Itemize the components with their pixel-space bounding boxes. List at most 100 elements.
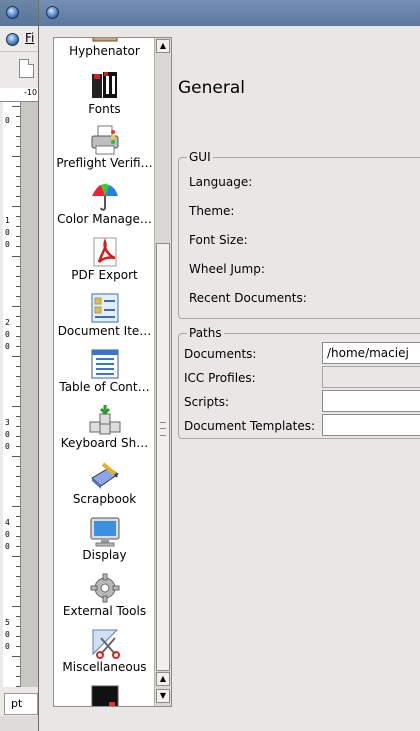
- ruler-tick: [16, 436, 20, 437]
- list-item-label: Scrapbook: [72, 492, 137, 506]
- font-size-label: Font Size:: [189, 233, 248, 247]
- gui-group-title: GUI: [187, 150, 213, 164]
- printer-preflight-icon: [89, 124, 121, 156]
- ruler-tick: [16, 216, 20, 217]
- ruler-tick: [16, 376, 20, 377]
- icc-profiles-path-field[interactable]: [322, 366, 420, 388]
- list-item-scrapbook[interactable]: Scrapbook: [54, 460, 155, 506]
- ruler-tick: [16, 146, 20, 147]
- horizontal-ruler-label: -10: [24, 88, 38, 97]
- scripts-label: Scripts:: [184, 395, 230, 409]
- scroll-up-arrow-icon-lower[interactable]: ▲: [156, 672, 170, 686]
- ruler-digit: 0: [5, 630, 10, 639]
- ruler-digit: 0: [5, 542, 10, 551]
- ruler-tick: [12, 506, 20, 507]
- menu-file[interactable]: Fi: [25, 31, 34, 45]
- scripts-path-field[interactable]: [322, 390, 420, 412]
- recent-documents-label: Recent Documents:: [189, 291, 307, 305]
- list-item-table-of-contents[interactable]: Table of Cont…: [54, 348, 155, 394]
- list-item-external-tools[interactable]: External Tools: [54, 572, 155, 618]
- theme-label: Theme:: [189, 204, 235, 218]
- ruler-digit: 0: [5, 330, 10, 339]
- ruler-digit: 0: [5, 530, 10, 539]
- ruler-tick: [16, 636, 20, 637]
- new-document-icon[interactable]: [19, 59, 34, 78]
- ruler-tick: [12, 356, 20, 357]
- ruler-tick: [16, 426, 20, 427]
- ruler-tick: [12, 456, 20, 457]
- fonts-icon: [89, 70, 121, 102]
- scrapbook-icon: [89, 460, 121, 492]
- ruler-tick: [12, 556, 20, 557]
- ruler-tick: [16, 626, 20, 627]
- ruler-tick: [16, 116, 20, 117]
- ruler-tick: [16, 276, 20, 277]
- page-title: General: [178, 78, 245, 98]
- ruler-tick: [16, 596, 20, 597]
- preferences-dialog: Hyphenator Fonts Preflight Verifi… Color…: [38, 0, 420, 731]
- ruler-tick: [16, 666, 20, 667]
- ruler-tick: [16, 516, 20, 517]
- ruler-tick: [16, 396, 20, 397]
- ruler-tick: [16, 416, 20, 417]
- list-item-keyboard-shortcuts[interactable]: Keyboard Sh…: [54, 404, 155, 450]
- list-item-color-management[interactable]: Color Manage…: [54, 180, 155, 226]
- ruler-tick: [12, 306, 20, 307]
- ruler-tick: [16, 536, 20, 537]
- list-item-label: Fonts: [88, 102, 121, 116]
- ruler-tick: [16, 586, 20, 587]
- ruler-tick: [16, 296, 20, 297]
- ruler-digit: 5: [5, 618, 10, 627]
- list-item-document-items[interactable]: Document Ite…: [54, 292, 155, 338]
- scrollbar-thumb[interactable]: [156, 243, 170, 671]
- list-item-miscellaneous[interactable]: Miscellaneous: [54, 628, 155, 674]
- scroll-down-arrow-icon[interactable]: ▼: [156, 689, 170, 703]
- paths-group: Paths Documents: /home/maciej ICC Profil…: [178, 326, 420, 439]
- scroll-up-arrow-icon[interactable]: ▲: [156, 39, 170, 53]
- list-item-fonts[interactable]: Fonts: [54, 70, 155, 116]
- list-item-display[interactable]: Display: [54, 516, 155, 562]
- document-templates-path-field[interactable]: [322, 414, 420, 436]
- ruler-tick: [12, 406, 20, 407]
- list-item-label: Display: [82, 548, 127, 562]
- ruler-tick: [16, 616, 20, 617]
- umbrella-color-icon: [89, 180, 121, 212]
- ruler-tick: [12, 106, 20, 107]
- language-label: Language:: [189, 175, 253, 189]
- ruler-tick: [16, 246, 20, 247]
- ruler-digit: 0: [5, 240, 10, 249]
- ruler-tick: [16, 266, 20, 267]
- ruler-tick: [16, 466, 20, 467]
- ruler-tick: [16, 336, 20, 337]
- ruler-tick: [16, 446, 20, 447]
- ruler-tick: [16, 476, 20, 477]
- ruler-tick: [16, 576, 20, 577]
- ruler-tick: [16, 546, 20, 547]
- list-item-label: Keyboard Sh…: [60, 436, 149, 450]
- list-item-preflight-verifier[interactable]: Preflight Verifi…: [54, 124, 155, 170]
- icc-profiles-label: ICC Profiles:: [184, 371, 256, 385]
- list-item-next-partial[interactable]: [54, 684, 155, 706]
- ruler-tick: [16, 236, 20, 237]
- page-list-scrollbar[interactable]: ▲ ▲ ▼: [154, 38, 171, 706]
- list-item-label: Table of Cont…: [59, 380, 150, 394]
- dark-panel-icon: [89, 684, 121, 706]
- ruler-tick: [16, 686, 20, 687]
- ruler-tick: [16, 226, 20, 227]
- unit-selector[interactable]: pt: [4, 693, 38, 715]
- wheel-jump-label: Wheel Jump:: [189, 262, 265, 276]
- scrollbar-grip: [160, 422, 166, 436]
- documents-path-field[interactable]: /home/maciej: [322, 342, 420, 364]
- list-item-hyphenator[interactable]: Hyphenator: [54, 38, 155, 58]
- dialog-orb-icon: [46, 6, 59, 19]
- ruler-tick: [16, 136, 20, 137]
- ruler-digit: 0: [5, 342, 10, 351]
- ruler-tick: [16, 176, 20, 177]
- list-item-pdf-export[interactable]: PDF Export: [54, 236, 155, 282]
- preferences-page-list[interactable]: Hyphenator Fonts Preflight Verifi… Color…: [53, 37, 172, 707]
- ruler-tick: [16, 346, 20, 347]
- list-item-label: Miscellaneous: [62, 660, 147, 674]
- ruler-digit: 0: [5, 430, 10, 439]
- ruler-tick: [16, 676, 20, 677]
- ruler-tick: [16, 286, 20, 287]
